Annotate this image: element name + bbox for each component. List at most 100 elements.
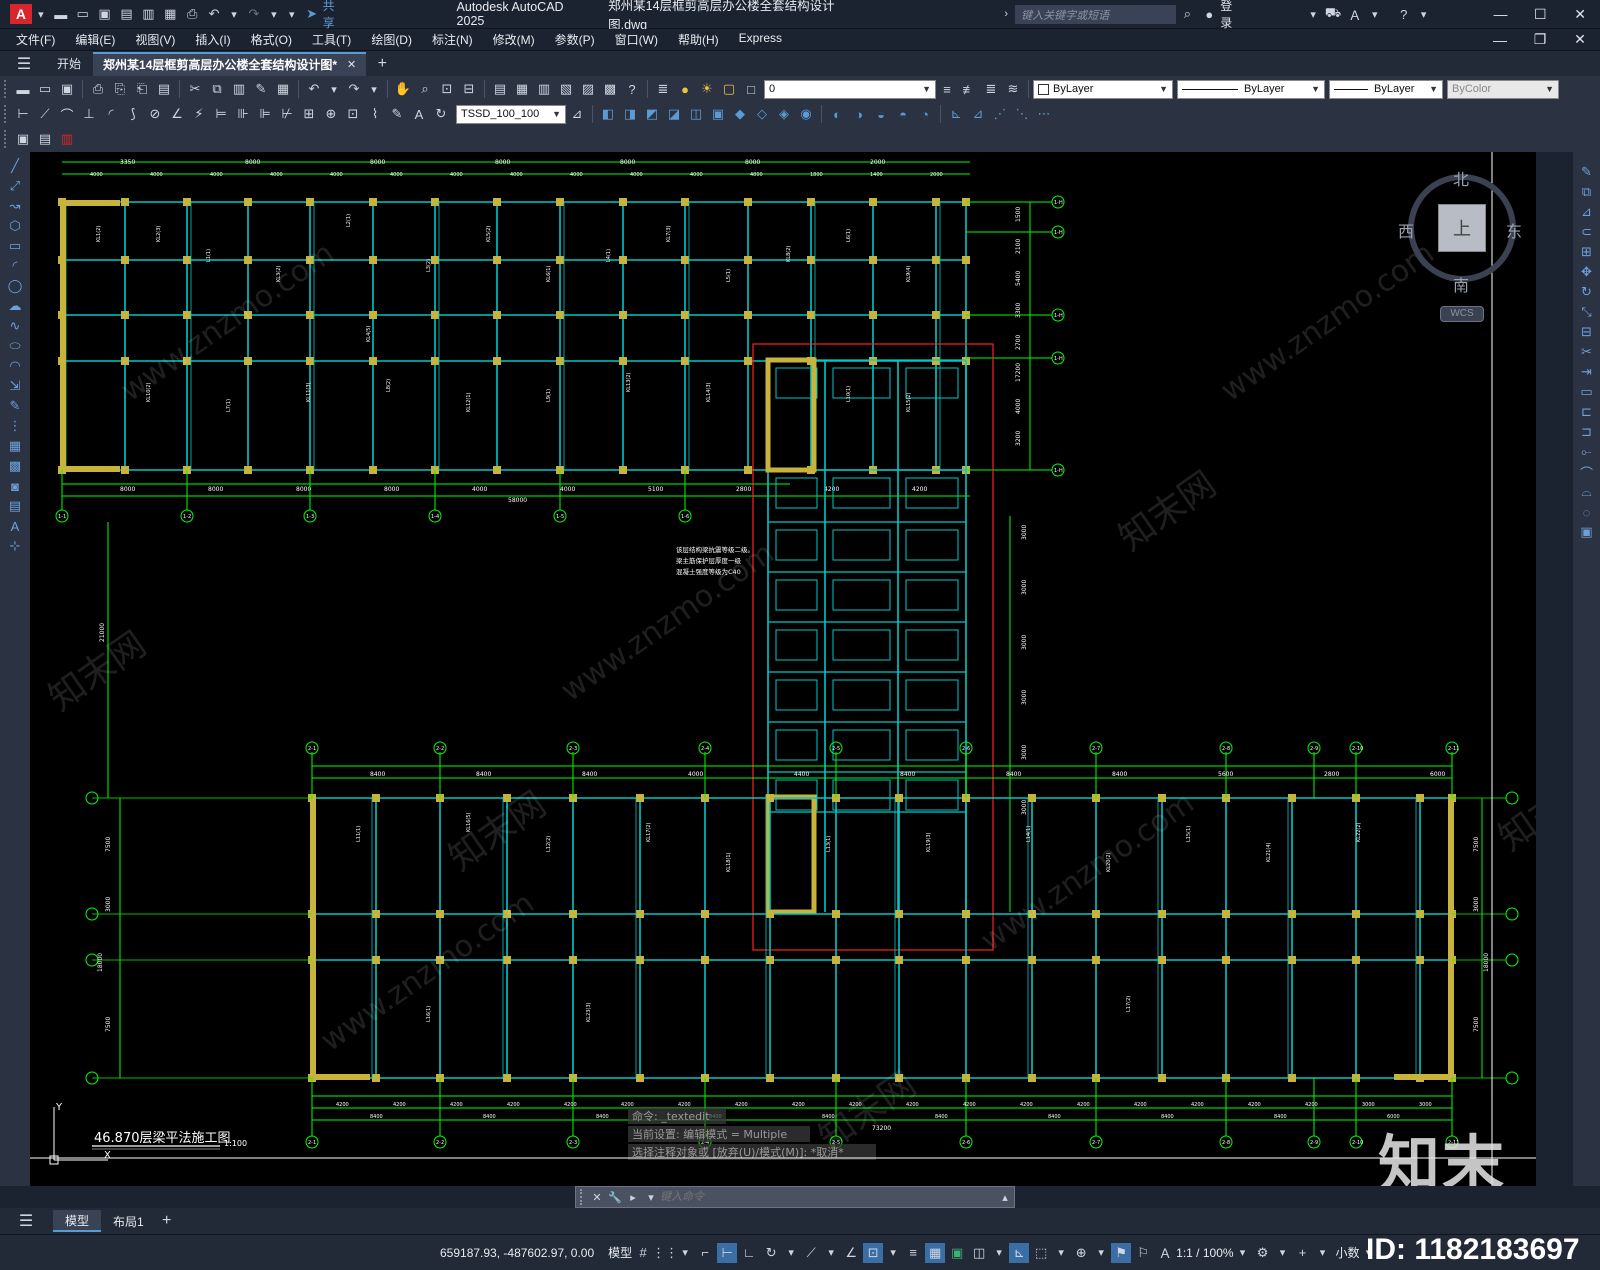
array-icon[interactable]: ⊞ bbox=[1577, 242, 1597, 262]
gizmo-dropdown-icon[interactable]: ▾ bbox=[1093, 1244, 1109, 1262]
polar-icon[interactable]: ↻ bbox=[761, 1243, 781, 1263]
layout-menu-icon[interactable]: ☰ bbox=[16, 1211, 36, 1231]
menu-item-8[interactable]: 修改(M) bbox=[483, 31, 545, 48]
match-properties-icon[interactable]: ✎ bbox=[251, 79, 271, 99]
design-center-icon[interactable]: ▦ bbox=[512, 79, 532, 99]
explode-icon[interactable]: ◌ bbox=[1577, 502, 1597, 522]
share-icon[interactable]: ➤ bbox=[302, 4, 322, 24]
drawing-canvas[interactable]: 3350 8000 8000 8000 8000 8000 2000 4000 4000 4000… bbox=[30, 152, 1536, 1186]
mirror-icon[interactable]: ⊿ bbox=[1577, 202, 1597, 222]
hatch-icon[interactable]: ▦ bbox=[5, 436, 25, 456]
snap-dropdown-icon[interactable]: ▾ bbox=[677, 1244, 693, 1262]
layer-properties-icon[interactable]: ≣ bbox=[653, 79, 673, 99]
3d-osnap-icon[interactable]: ◫ bbox=[969, 1243, 989, 1263]
qnew-icon[interactable]: ▬ bbox=[13, 79, 33, 99]
transparency-icon[interactable]: ▦ bbox=[925, 1242, 946, 1263]
layer-dropdown[interactable]: 0 ▼ bbox=[764, 79, 936, 99]
menu-item-3[interactable]: 插入(I) bbox=[185, 31, 240, 48]
3d-osnap-dropdown-icon[interactable]: ▾ bbox=[991, 1244, 1007, 1262]
layer-lock-icon[interactable]: ▢ bbox=[719, 79, 739, 99]
properties-icon[interactable]: ▤ bbox=[490, 79, 510, 99]
annotation-scale-value[interactable]: 1:1 / 100% bbox=[1176, 1246, 1233, 1260]
open-file-icon[interactable]: ▭ bbox=[35, 79, 55, 99]
rotate-icon[interactable]: ↻ bbox=[1577, 282, 1597, 302]
view-right-icon[interactable]: ◪ bbox=[664, 104, 684, 124]
autodesk-a360-icon[interactable]: Ａ bbox=[1345, 4, 1365, 24]
dim-radius-icon[interactable]: ◜ bbox=[101, 104, 121, 124]
view-sw-iso-icon[interactable]: ◆ bbox=[730, 104, 750, 124]
layer-color-icon[interactable]: □ bbox=[741, 79, 761, 99]
osnap-dropdown-icon[interactable]: ▾ bbox=[885, 1244, 901, 1262]
selection-filter-dropdown-icon[interactable]: ▾ bbox=[1053, 1244, 1069, 1262]
search-icon[interactable]: ⌕ bbox=[1177, 4, 1197, 24]
join-icon[interactable]: ⊐ bbox=[1577, 422, 1597, 442]
ortho-icon[interactable]: ∟ bbox=[739, 1243, 759, 1263]
dim-space-icon[interactable]: ⊫ bbox=[255, 104, 275, 124]
break-icon[interactable]: ⊏ bbox=[1577, 402, 1597, 422]
redo-tb-dropdown-icon[interactable]: ▾ bbox=[366, 80, 382, 98]
menu-item-12[interactable]: Express bbox=[729, 31, 792, 48]
minimize-button[interactable]: — bbox=[1481, 6, 1521, 22]
cmd-recent-icon[interactable]: ▸ bbox=[625, 1188, 641, 1206]
dim-ordinate-icon[interactable]: ⊥ bbox=[79, 104, 99, 124]
print-preview-icon[interactable]: ⎘ bbox=[110, 79, 130, 99]
copy-icon[interactable]: ⧉ bbox=[207, 79, 227, 99]
stretch-icon[interactable]: ⊟ bbox=[1577, 322, 1597, 342]
make-current-icon[interactable]: ≡ bbox=[937, 79, 957, 99]
tab-layout1[interactable]: 布局1 bbox=[101, 1210, 156, 1232]
gizmo-icon[interactable]: ⊕ bbox=[1071, 1243, 1091, 1263]
make-block-icon[interactable]: ✎ bbox=[5, 396, 25, 416]
search-input[interactable]: 键入关键字或短语 bbox=[1015, 4, 1177, 24]
osnap-icon[interactable]: ⊡ bbox=[863, 1242, 884, 1263]
menu-item-9[interactable]: 参数(P) bbox=[545, 31, 605, 48]
viewcube-south[interactable]: 南 bbox=[1453, 272, 1469, 296]
print-icon[interactable]: ⎙ bbox=[88, 79, 108, 99]
open-web-icon[interactable]: ▥ bbox=[138, 4, 158, 24]
wcs-menu[interactable]: WCS bbox=[1440, 306, 1484, 322]
view-se-iso-icon[interactable]: ◇ bbox=[752, 104, 772, 124]
command-input[interactable] bbox=[660, 1188, 996, 1206]
revision-cloud-icon[interactable]: ☁ bbox=[5, 296, 25, 316]
clip-icon[interactable]: ▥ bbox=[57, 129, 77, 149]
point-icon[interactable]: ⋮ bbox=[5, 416, 25, 436]
xref-icon[interactable]: ▣ bbox=[13, 129, 33, 149]
tab-document[interactable]: 郑州某14层框剪高层办公楼全套结构设计图* ✕ bbox=[93, 51, 367, 76]
redo-tb-icon[interactable]: ↷ bbox=[344, 79, 364, 99]
dimstyle-manager-icon[interactable]: ⊿ bbox=[567, 104, 587, 124]
dim-update-icon[interactable]: ↻ bbox=[431, 104, 451, 124]
menu-item-6[interactable]: 绘图(D) bbox=[361, 31, 422, 48]
view-back-icon[interactable]: ◫ bbox=[686, 104, 706, 124]
view-left-icon[interactable]: ◩ bbox=[642, 104, 662, 124]
view-ne-iso-icon[interactable]: ◈ bbox=[774, 104, 794, 124]
annotation-monitor-icon[interactable]: + bbox=[1293, 1243, 1313, 1263]
scale-icon[interactable]: ⤡ bbox=[1577, 302, 1597, 322]
offset-icon[interactable]: ⊂ bbox=[1577, 222, 1597, 242]
viewcube-west[interactable]: 西 bbox=[1398, 218, 1414, 242]
calculator-icon[interactable]: ▩ bbox=[600, 79, 620, 99]
doc-minimize-button[interactable]: — bbox=[1480, 32, 1520, 48]
search-chevron-icon[interactable]: › bbox=[998, 5, 1014, 23]
layer-states-icon[interactable]: ≣ bbox=[981, 79, 1001, 99]
copy-icon[interactable]: ⧉ bbox=[1577, 182, 1597, 202]
visual-style-realistic-icon[interactable]: ◓ bbox=[893, 104, 913, 124]
scale-dropdown-icon[interactable]: ▾ bbox=[1235, 1244, 1251, 1262]
polygon-icon[interactable]: ⬡ bbox=[5, 216, 25, 236]
layer-freeze-icon[interactable]: ☀ bbox=[697, 79, 717, 99]
layer-previous-icon[interactable]: ≢ bbox=[959, 79, 979, 99]
attach-icon[interactable]: ▤ bbox=[35, 129, 55, 149]
fillet-icon[interactable]: ⌒ bbox=[1577, 462, 1597, 482]
visual-style-3d-icon[interactable]: ◑ bbox=[849, 104, 869, 124]
table-icon[interactable]: ▤ bbox=[5, 496, 25, 516]
ucs-world-icon[interactable]: ⊿ bbox=[968, 104, 988, 124]
plotstyle-dropdown[interactable]: ByColor ▼ bbox=[1447, 79, 1559, 99]
erase-icon[interactable]: ✎ bbox=[1577, 162, 1597, 182]
view-nw-iso-icon[interactable]: ◉ bbox=[796, 104, 816, 124]
cmd-close-icon[interactable]: ✕ bbox=[589, 1188, 605, 1206]
extend-icon[interactable]: ⇥ bbox=[1577, 362, 1597, 382]
construction-line-icon[interactable]: ⤢ bbox=[5, 176, 25, 196]
undo-tb-icon[interactable]: ↶ bbox=[304, 79, 324, 99]
view-bottom-icon[interactable]: ▣ bbox=[708, 104, 728, 124]
undo-tb-dropdown-icon[interactable]: ▾ bbox=[326, 80, 342, 98]
viewcube-face[interactable]: 上 bbox=[1438, 204, 1486, 252]
add-layout-icon[interactable]: + bbox=[157, 1211, 177, 1231]
